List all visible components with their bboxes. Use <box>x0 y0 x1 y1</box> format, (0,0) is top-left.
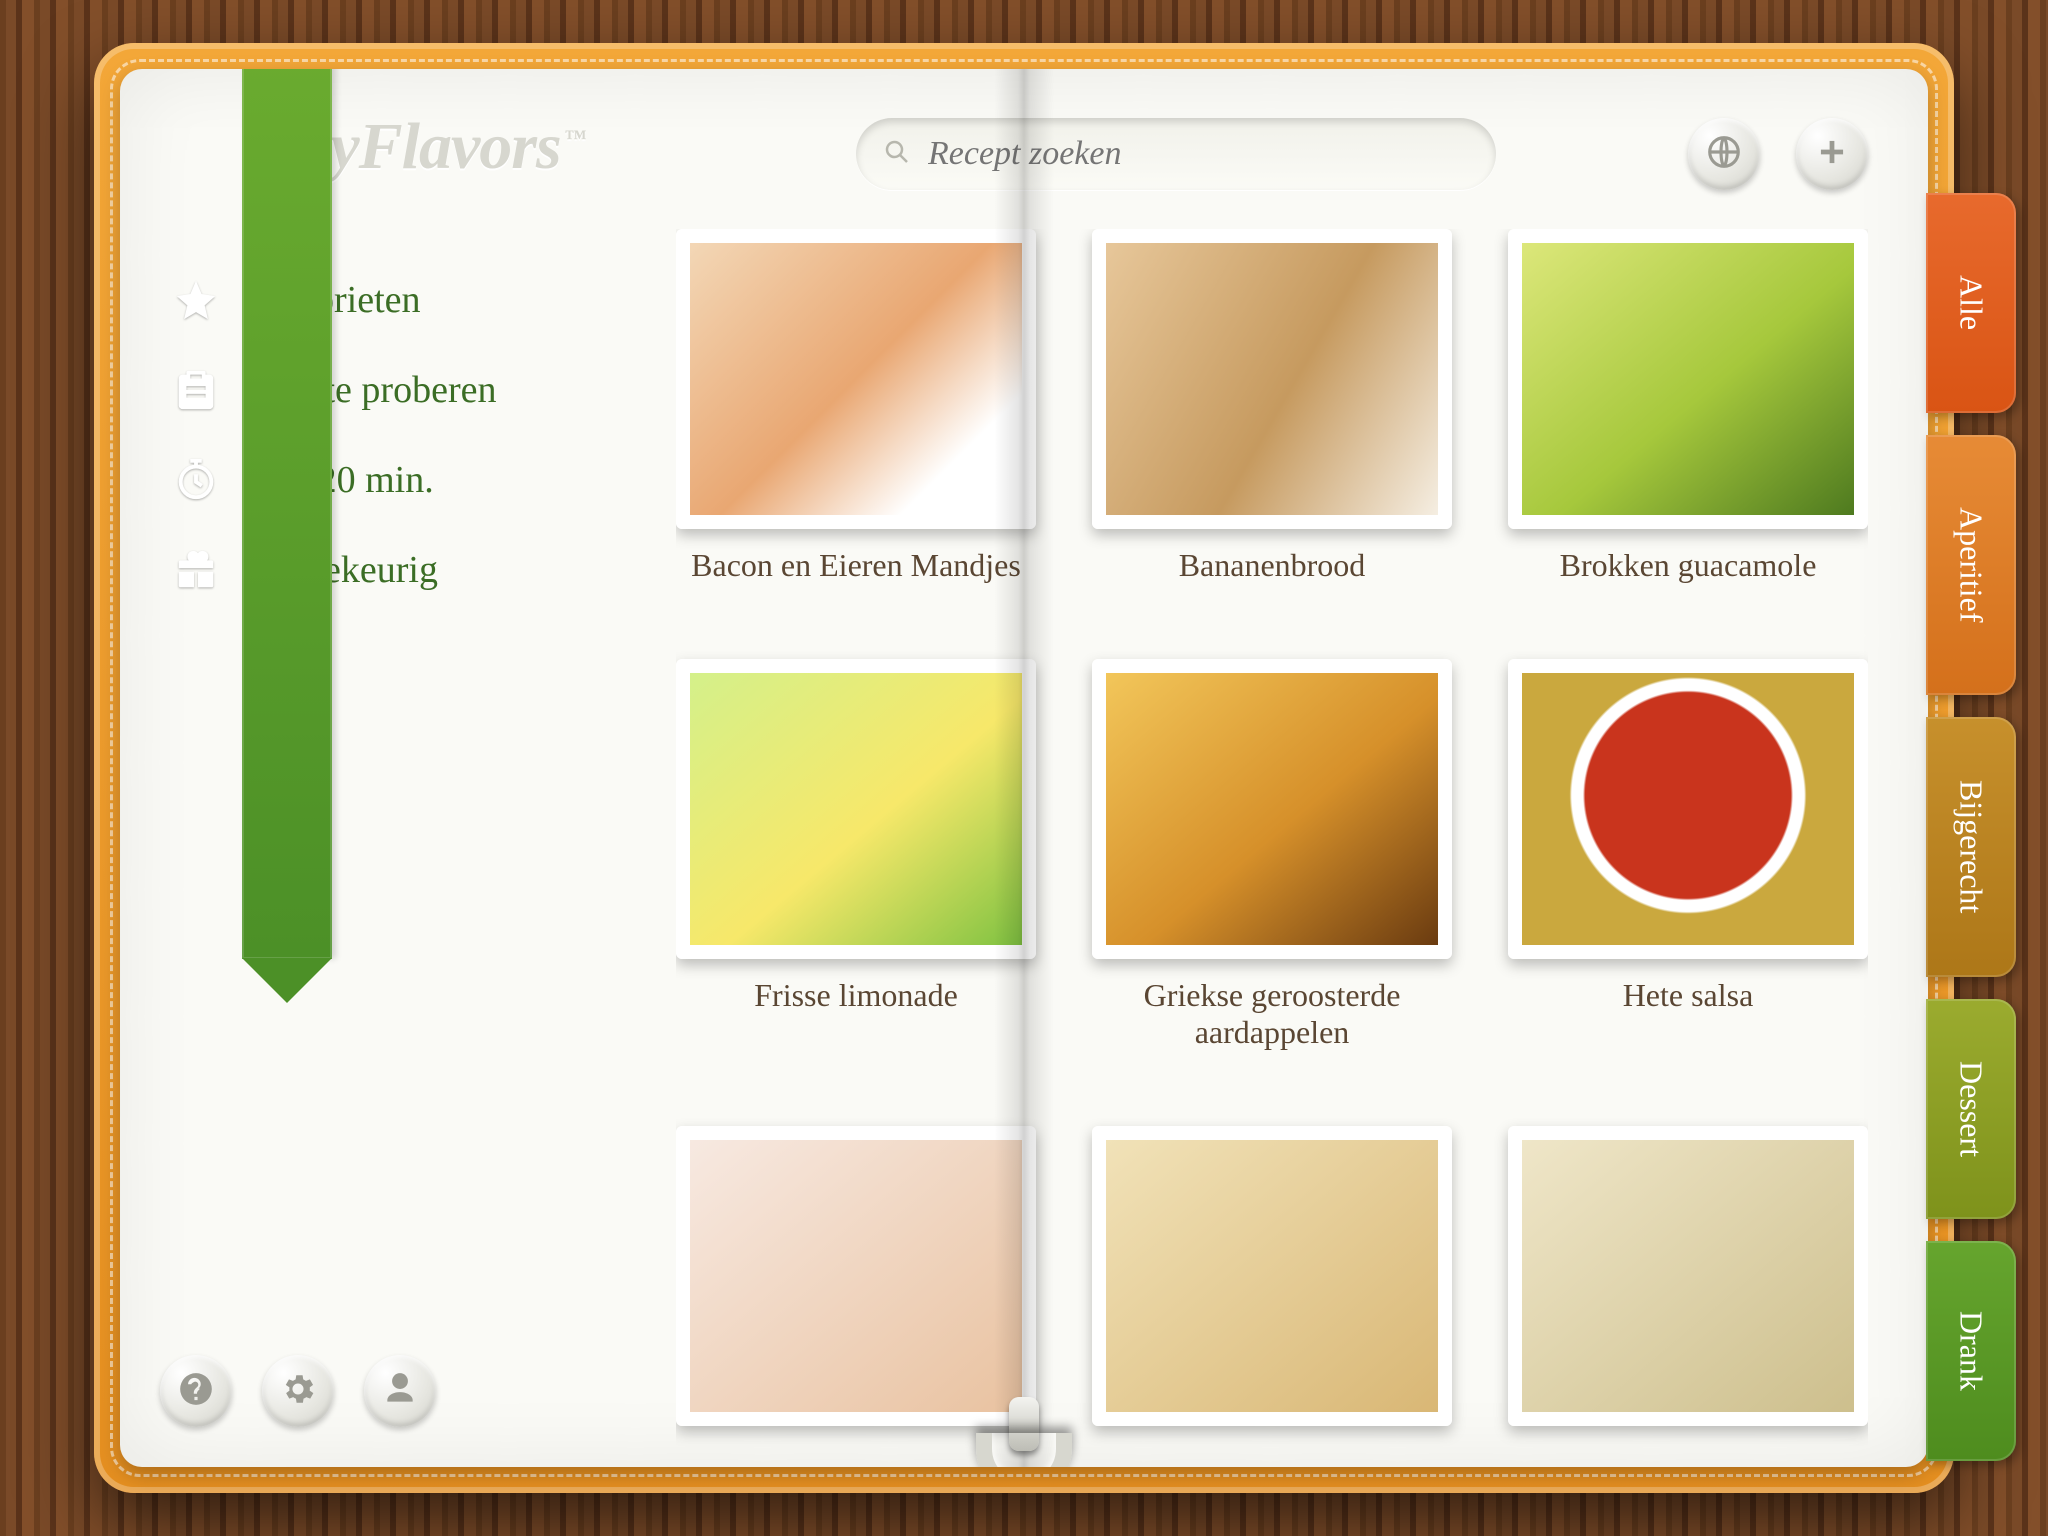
recipe-card[interactable] <box>1508 1126 1868 1447</box>
main-panel: Bacon en Eieren Mandjes Bananenbrood Bro… <box>636 69 1928 1467</box>
sidebar-item-willekeurig[interactable]: Willekeurig <box>170 525 606 615</box>
recipe-card[interactable]: Brokken guacamole <box>1508 229 1868 587</box>
tab-alle[interactable]: Alle <box>1926 193 2016 413</box>
tab-label: Drank <box>1953 1311 1990 1391</box>
recipe-card[interactable] <box>1092 1126 1452 1447</box>
recipe-title: Brokken guacamole <box>1508 547 1868 584</box>
clipboard-icon <box>170 364 222 416</box>
recipe-photo <box>1508 659 1868 959</box>
category-tabs: Alle Aperitief Bijgerecht Dessert Drank <box>1926 193 2016 1461</box>
tab-label: Dessert <box>1953 1061 1990 1157</box>
recipe-title: Bacon en Eieren Mandjes <box>676 547 1036 584</box>
recipe-book: Alle Aperitief Bijgerecht Dessert Drank … <box>94 43 1954 1493</box>
recipe-photo <box>1092 659 1452 959</box>
tab-label: Bijgerecht <box>1953 780 1990 913</box>
tab-drank[interactable]: Drank <box>1926 1241 2016 1461</box>
bottom-toolbar <box>160 1355 436 1427</box>
recipe-card[interactable]: Bananenbrood <box>1092 229 1452 587</box>
sidebar-item-om-te-proberen[interactable]: Om te proberen <box>170 345 606 435</box>
help-icon <box>177 1370 215 1413</box>
topbar <box>676 109 1868 199</box>
recipe-card[interactable]: Hete salsa <box>1508 659 1868 1054</box>
recipe-card[interactable]: Frisse limonade <box>676 659 1036 1054</box>
search-icon <box>882 137 912 172</box>
recipe-title: Hete salsa <box>1508 977 1868 1014</box>
recipe-title: Bananenbrood <box>1092 547 1452 584</box>
logo-tm: ™ <box>565 125 586 150</box>
add-button[interactable] <box>1796 118 1868 190</box>
globe-icon <box>1705 133 1743 176</box>
search-input[interactable] <box>928 135 1470 173</box>
recipe-photo <box>1092 229 1452 529</box>
recipe-photo <box>1508 229 1868 529</box>
recipe-title: Frisse limonade <box>676 977 1036 1014</box>
recipe-card[interactable]: Griekse geroosterde aardappelen <box>1092 659 1452 1054</box>
gift-icon <box>170 544 222 596</box>
tab-bijgerecht[interactable]: Bijgerecht <box>1926 717 2016 977</box>
plus-icon <box>1813 133 1851 176</box>
recipe-photo <box>676 229 1036 529</box>
book-pages: myFlavors™ Favorieten Om te proberen <box>120 69 1928 1467</box>
user-icon <box>381 1370 419 1413</box>
search-field[interactable] <box>856 118 1496 190</box>
sidebar-item-tot-20-min[interactable]: Tot 20 min. <box>170 435 606 525</box>
recipe-card[interactable]: Bacon en Eieren Mandjes <box>676 229 1036 587</box>
profile-button[interactable] <box>364 1355 436 1427</box>
tab-label: Alle <box>1953 275 1990 330</box>
gear-icon <box>279 1370 317 1413</box>
recipe-photo <box>676 659 1036 959</box>
tab-aperitief[interactable]: Aperitief <box>1926 435 2016 695</box>
left-panel: myFlavors™ Favorieten Om te proberen <box>120 69 636 1467</box>
help-button[interactable] <box>160 1355 232 1427</box>
binder-ring <box>964 1397 1084 1467</box>
recipe-grid[interactable]: Bacon en Eieren Mandjes Bananenbrood Bro… <box>676 229 1868 1447</box>
tab-label: Aperitief <box>1953 507 1990 623</box>
recipe-photo <box>676 1126 1036 1426</box>
recipe-photo <box>1092 1126 1452 1426</box>
language-button[interactable] <box>1688 118 1760 190</box>
sidebar-item-favorieten[interactable]: Favorieten <box>170 255 606 345</box>
tab-dessert[interactable]: Dessert <box>1926 999 2016 1219</box>
sidebar-nav: Favorieten Om te proberen Tot 20 min. <box>170 255 606 615</box>
recipe-photo <box>1508 1126 1868 1426</box>
settings-button[interactable] <box>262 1355 334 1427</box>
star-icon <box>170 274 222 326</box>
recipe-title: Griekse geroosterde aardappelen <box>1092 977 1452 1051</box>
timer-icon <box>170 454 222 506</box>
bookmark-ribbon <box>242 69 332 959</box>
